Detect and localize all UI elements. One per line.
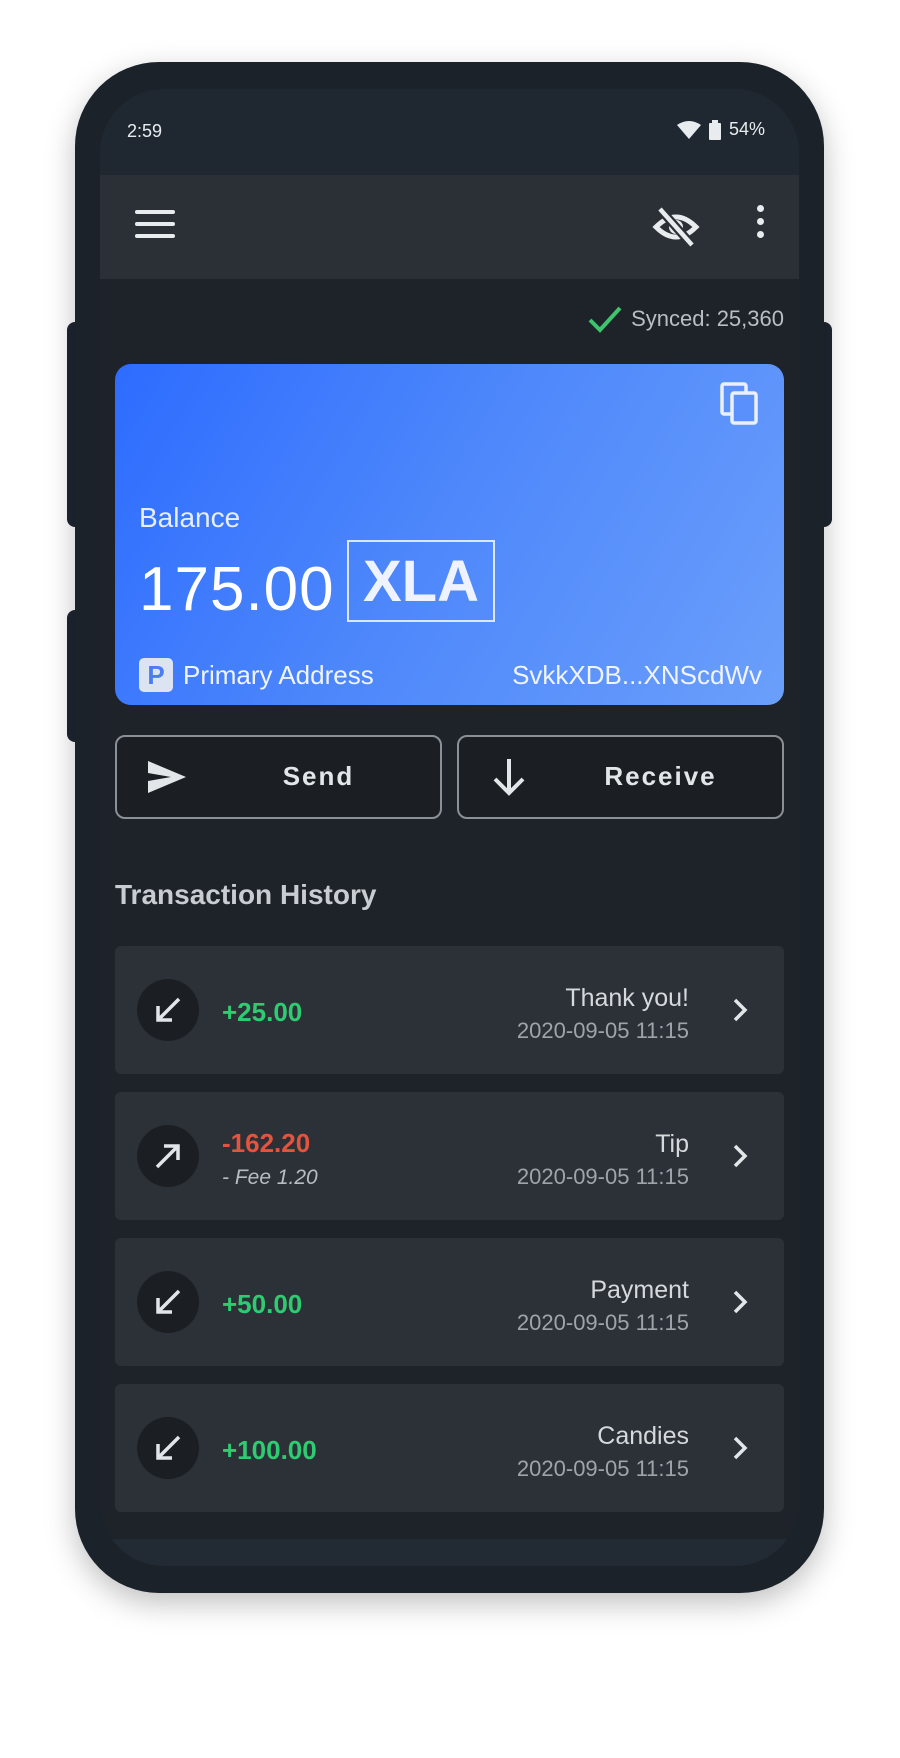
- transaction-row[interactable]: -162.20 - Fee 1.20 Tip 2020-09-05 11:15: [115, 1092, 784, 1220]
- send-button[interactable]: Send: [115, 735, 442, 819]
- transaction-date: 2020-09-05 11:15: [516, 1018, 689, 1043]
- transaction-date: 2020-09-05 11:15: [516, 1164, 689, 1189]
- transaction-row[interactable]: +100.00 Candies 2020-09-05 11:15: [115, 1384, 784, 1512]
- phone-frame: 2:59 54% Synced: 25,360 Balance 175.00 X…: [75, 62, 824, 1593]
- balance-amount: 175.00: [139, 555, 335, 624]
- address-label: Primary Address: [183, 660, 374, 690]
- copy-icon[interactable]: [720, 382, 760, 426]
- transaction-date: 2020-09-05 11:15: [516, 1456, 689, 1481]
- transaction-amount: +50.00: [222, 1289, 303, 1319]
- transaction-row[interactable]: +25.00 Thank you! 2020-09-05 11:15: [115, 946, 784, 1074]
- transaction-fee: - Fee 1.20: [222, 1166, 318, 1189]
- incoming-arrow-icon: [137, 979, 199, 1041]
- menu-icon[interactable]: [135, 210, 175, 244]
- transaction-amount: -162.20: [222, 1128, 311, 1158]
- send-label: Send: [282, 761, 355, 791]
- incoming-arrow-icon: [137, 1417, 199, 1479]
- transaction-amount: +25.00: [222, 997, 303, 1027]
- app-screen: 2:59 54% Synced: 25,360 Balance 175.00 X…: [100, 89, 799, 1539]
- chevron-right-icon: [733, 1436, 748, 1460]
- chevron-right-icon: [733, 998, 748, 1022]
- outgoing-arrow-icon: [137, 1125, 199, 1187]
- transaction-history-title: Transaction History: [115, 879, 377, 910]
- wifi-icon: [676, 120, 701, 139]
- status-bar: 2:59 54%: [100, 89, 799, 175]
- transaction-date: 2020-09-05 11:15: [516, 1310, 689, 1335]
- more-vert-icon[interactable]: [745, 205, 775, 249]
- incoming-arrow-icon: [137, 1271, 199, 1333]
- transaction-note: Payment: [590, 1276, 689, 1304]
- receive-label: Receive: [604, 761, 717, 791]
- eye-off-icon[interactable]: [652, 205, 700, 249]
- battery-icon: [708, 119, 721, 140]
- chevron-right-icon: [733, 1144, 748, 1168]
- transaction-note: Candies: [597, 1422, 689, 1450]
- phone-bezel: 2:59 54% Synced: 25,360 Balance 175.00 X…: [100, 89, 799, 1566]
- transaction-row[interactable]: +50.00 Payment 2020-09-05 11:15: [115, 1238, 784, 1366]
- sync-status: Synced: 25,360: [587, 305, 784, 333]
- balance-label: Balance: [139, 502, 241, 533]
- balance-card: Balance 175.00 XLA P Primary Address Svk…: [115, 364, 784, 705]
- battery-percent: 54%: [728, 119, 765, 139]
- address-value[interactable]: SvkkXDB...XNScdWv: [512, 660, 762, 691]
- status-time: 2:59: [127, 121, 163, 141]
- transaction-note: Thank you!: [565, 984, 689, 1012]
- arrow-down-icon: [493, 759, 525, 796]
- app-bar: [100, 175, 799, 279]
- currency-ticker: XLA: [347, 540, 495, 622]
- receive-button[interactable]: Receive: [457, 735, 784, 819]
- transaction-amount: +100.00: [222, 1435, 317, 1465]
- status-icons: 54%: [676, 119, 765, 140]
- address-badge-icon: P: [139, 658, 173, 692]
- check-icon: [588, 306, 622, 333]
- send-icon: [148, 761, 186, 793]
- transaction-note: Tip: [655, 1130, 689, 1158]
- chevron-right-icon: [733, 1290, 748, 1314]
- sync-text: Synced: 25,360: [631, 306, 784, 331]
